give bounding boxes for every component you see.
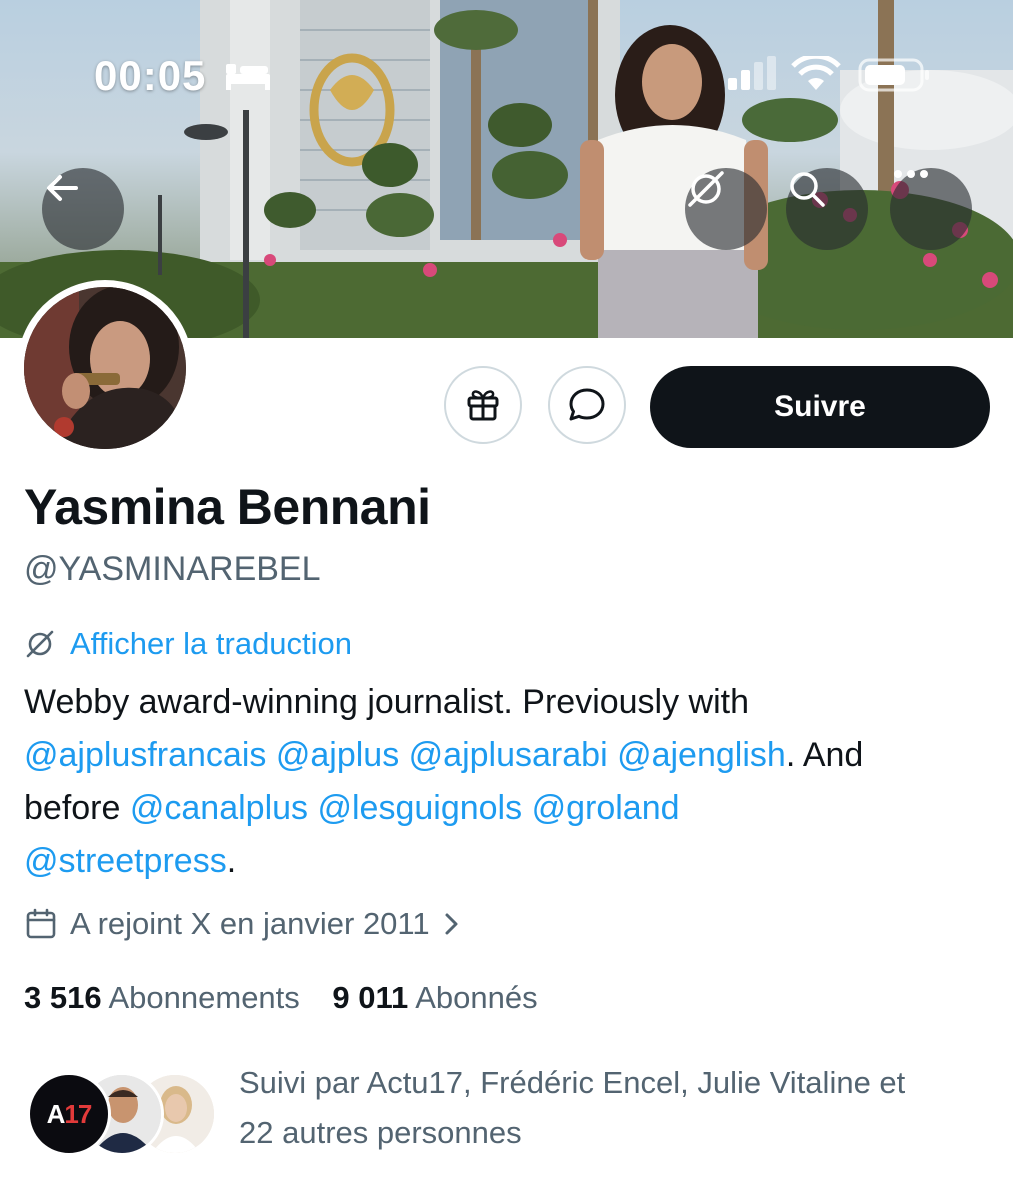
following-stat[interactable]: 3 516 Abonnements — [24, 980, 300, 1015]
followed-by-line2: 22 autres personnes — [239, 1115, 522, 1150]
bio-text: Webby award-winning journalist. Previous… — [24, 683, 750, 721]
search-button[interactable] — [786, 168, 868, 250]
translate-icon — [688, 171, 724, 207]
user-handle: @YASMINAREBEL — [24, 550, 321, 588]
display-name: Yasmina Bennani — [24, 479, 431, 535]
translate-link[interactable]: Afficher la traduction — [24, 626, 352, 662]
search-icon — [790, 172, 825, 207]
signal-wifi-battery-icons — [728, 56, 929, 92]
chevron-right-icon — [442, 910, 462, 938]
profile-banner[interactable]: 00:05 — [0, 0, 1013, 338]
back-button[interactable] — [42, 168, 124, 250]
arrow-left-icon — [47, 175, 78, 201]
bio-mention-link[interactable]: @ajplus — [276, 736, 399, 774]
follower-avatar-actu17: A17 — [27, 1072, 111, 1156]
profile-avatar[interactable] — [17, 280, 193, 456]
translate-small-icon — [24, 628, 56, 660]
chat-bubble-icon — [569, 388, 605, 421]
follow-stats: 3 516 Abonnements 9 011 Abonnés — [24, 980, 562, 1016]
sleep-mode-icon — [226, 64, 270, 90]
more-options-button[interactable] — [890, 168, 972, 250]
bio-mention-link[interactable]: @ajenglish — [617, 736, 786, 774]
followed-by-text: Suivi par Actu17, Frédéric Encel, Julie … — [239, 1058, 979, 1158]
bio-text: before — [24, 789, 121, 827]
bio-mention-link[interactable]: @canalplus — [130, 789, 308, 827]
following-label: Abonnements — [108, 980, 300, 1015]
followed-by-line1: Suivi par Actu17, Frédéric Encel, Julie … — [239, 1065, 906, 1100]
status-time: 00:05 — [94, 52, 207, 99]
followers-label: Abonnés — [415, 980, 538, 1015]
bio-mention-link[interactable]: @lesguignols — [317, 789, 522, 827]
avatar-photo — [24, 287, 186, 449]
more-horizontal-icon — [894, 170, 928, 178]
joined-date: A rejoint X en janvier 2011 — [70, 906, 430, 941]
translate-banner-button[interactable] — [685, 168, 767, 250]
actu17-logo-text: A17 — [46, 1098, 93, 1129]
followers-count: 9 011 — [332, 980, 409, 1015]
bio-text: . — [226, 842, 237, 880]
bio-mention-link[interactable]: @ajplusarabi — [409, 736, 608, 774]
translate-label: Afficher la traduction — [70, 626, 353, 661]
follow-button[interactable]: Suivre — [650, 366, 990, 448]
banner-photo — [0, 0, 1013, 338]
profile-bio: Webby award-winning journalist. Previous… — [24, 676, 984, 888]
following-count: 3 516 — [24, 980, 102, 1015]
bio-mention-link[interactable]: @groland — [532, 789, 680, 827]
joined-date-row[interactable]: A rejoint X en janvier 2011 — [24, 906, 462, 942]
bio-mention-link[interactable]: @streetpress — [24, 842, 227, 880]
bio-text: . And — [785, 736, 864, 774]
bio-mention-link[interactable]: @ajplusfrancais — [24, 736, 266, 774]
calendar-icon — [24, 907, 58, 941]
message-button[interactable] — [548, 366, 626, 444]
gift-icon — [467, 390, 499, 421]
gift-button[interactable] — [444, 366, 522, 444]
followers-stat[interactable]: 9 011 Abonnés — [332, 980, 537, 1015]
